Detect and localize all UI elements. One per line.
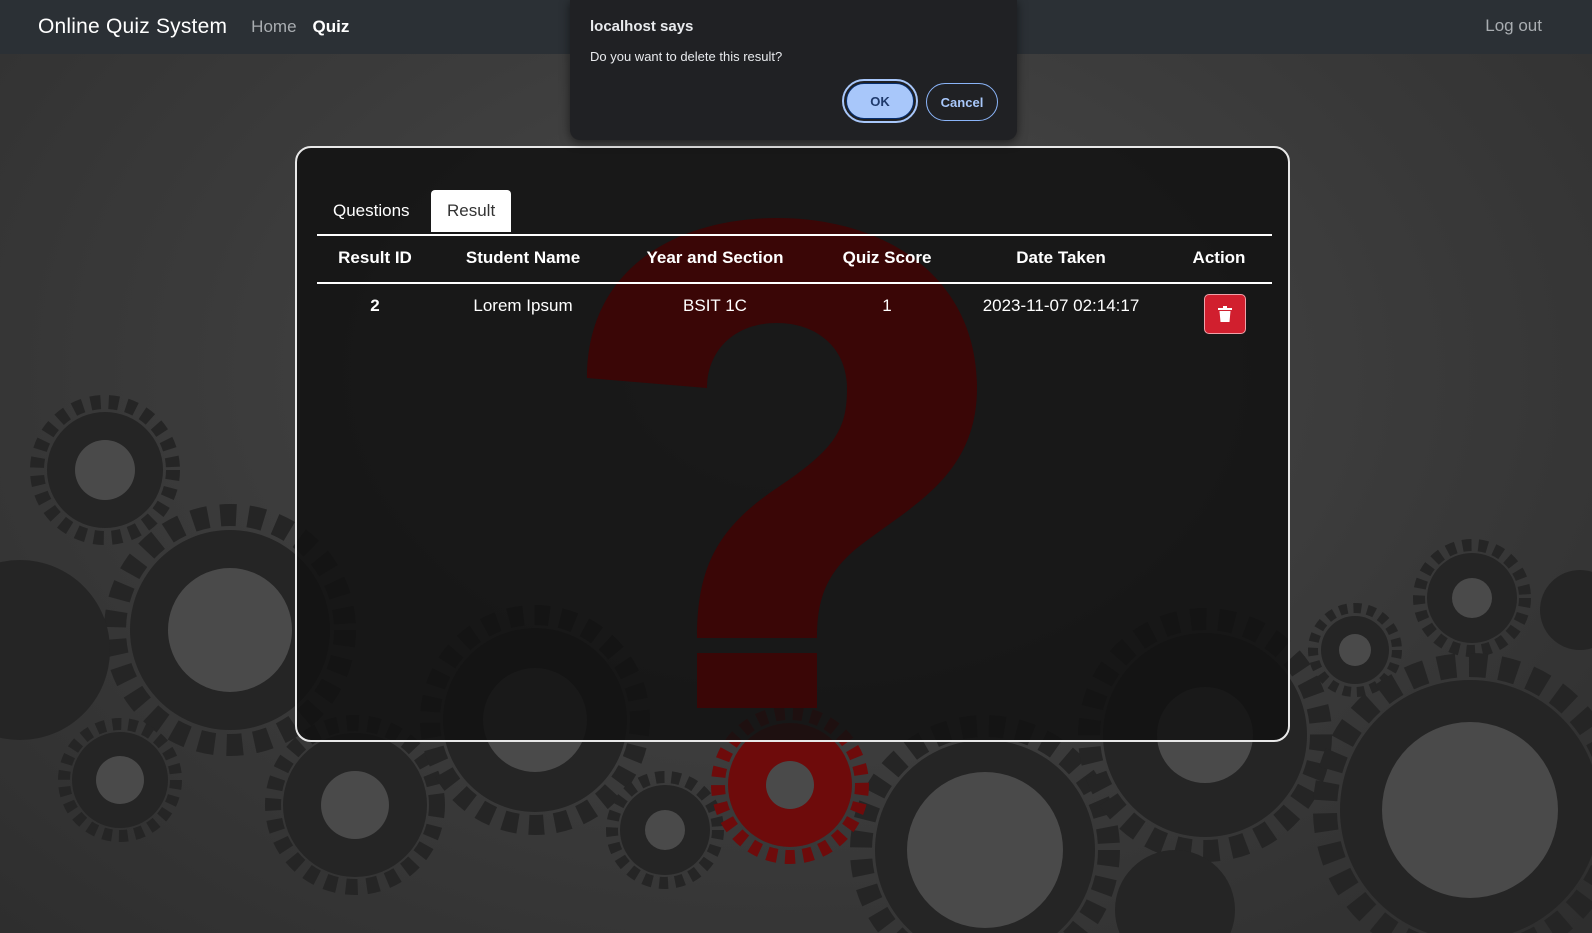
trash-icon: [1218, 306, 1232, 322]
header-student-name: Student Name: [465, 248, 581, 267]
nav-home-link[interactable]: Home: [251, 17, 296, 37]
header-action: Action: [1192, 248, 1246, 267]
header-quiz-score: Quiz Score: [842, 248, 932, 267]
dialog-message: Do you want to delete this result?: [590, 49, 783, 64]
tab-questions[interactable]: Questions: [317, 190, 426, 232]
header-result-id: Result ID: [338, 248, 412, 267]
table-header: Result ID Student Name Year and Section …: [317, 234, 1272, 284]
cancel-button[interactable]: Cancel: [926, 83, 998, 121]
brand-title[interactable]: Online Quiz System: [38, 15, 227, 39]
nav-quiz-link[interactable]: Quiz: [313, 17, 350, 37]
header-year-section: Year and Section: [646, 248, 784, 267]
cell-result-id: 2: [370, 296, 380, 315]
cell-year-section: BSIT 1C: [683, 296, 747, 315]
cell-quiz-score: 1: [882, 296, 892, 315]
ok-button[interactable]: OK: [842, 79, 918, 123]
tab-bar: Questions Result: [317, 190, 1272, 236]
confirm-dialog: localhost says Do you want to delete thi…: [570, 0, 1017, 140]
tab-result[interactable]: Result: [431, 190, 512, 232]
header-date-taken: Date Taken: [1016, 248, 1106, 267]
results-panel: Questions Result Result ID Student Name …: [295, 146, 1290, 742]
cell-date-taken: 2023-11-07 02:14:17: [982, 296, 1140, 315]
dialog-title: localhost says: [590, 18, 694, 35]
cell-student-name: Lorem Ipsum: [473, 296, 573, 315]
logout-link[interactable]: Log out: [1485, 16, 1542, 36]
table-row: 2 Lorem Ipsum BSIT 1C 1 2023-11-07 02:14…: [317, 284, 1272, 344]
delete-result-button[interactable]: [1204, 294, 1246, 334]
